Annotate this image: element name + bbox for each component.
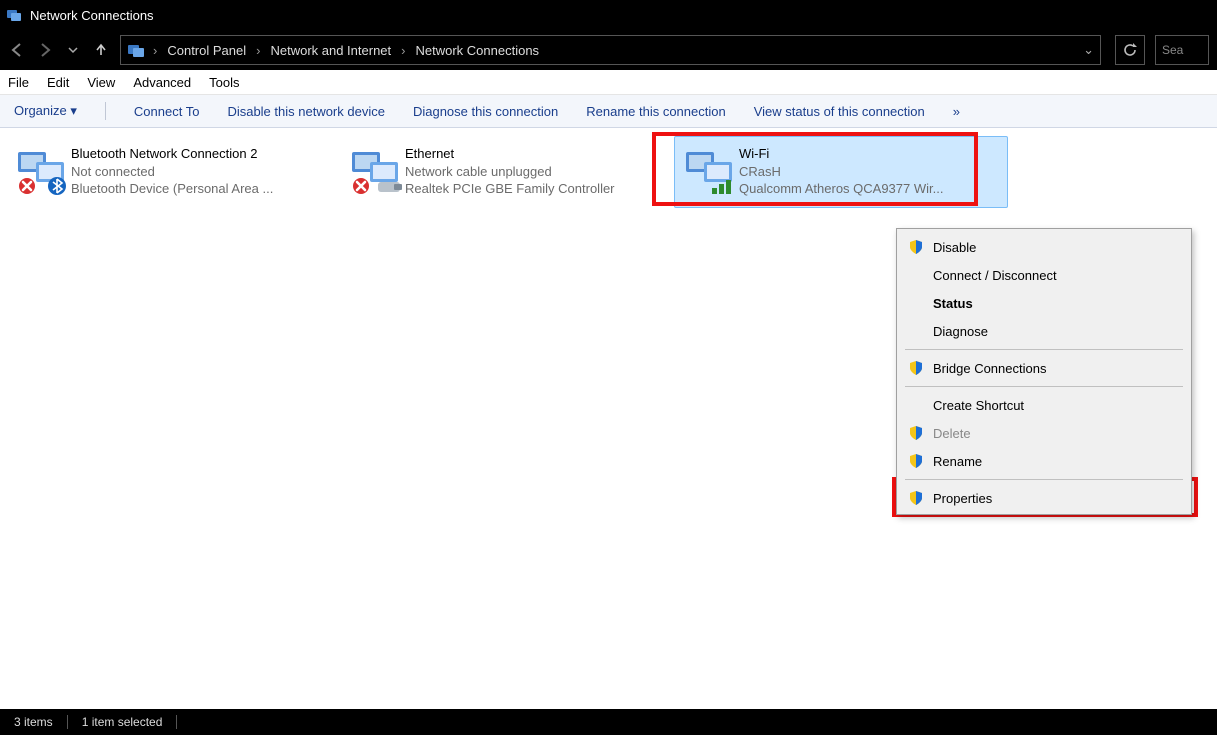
item-status: Not connected: [71, 163, 273, 181]
address-icon: [127, 41, 145, 59]
menu-bar: File Edit View Advanced Tools: [0, 70, 1217, 95]
shield-icon: [905, 360, 927, 376]
item-status: Network cable unplugged: [405, 163, 615, 181]
chevron-right-icon: ›: [401, 43, 405, 58]
titlebar: Network Connections: [0, 0, 1217, 30]
ctx-disable[interactable]: Disable: [899, 233, 1189, 261]
command-bar: Organize ▾ Connect To Disable this netwo…: [0, 95, 1217, 128]
window-title: Network Connections: [30, 8, 154, 23]
ctx-status[interactable]: Status: [899, 289, 1189, 317]
item-device: Qualcomm Atheros QCA9377 Wir...: [739, 180, 943, 198]
item-name: Bluetooth Network Connection 2: [71, 145, 273, 163]
menu-tools[interactable]: Tools: [209, 75, 239, 90]
search-input[interactable]: Sea: [1155, 35, 1209, 65]
ctx-diagnose[interactable]: Diagnose: [899, 317, 1189, 345]
cmd-organize[interactable]: Organize ▾: [14, 103, 77, 119]
context-menu: Disable Connect / Disconnect Status Diag…: [896, 228, 1192, 515]
breadcrumb-item[interactable]: Network Connections: [416, 43, 540, 58]
breadcrumb-item[interactable]: Network and Internet: [270, 43, 391, 58]
network-icon: [681, 143, 739, 201]
ctx-create-shortcut[interactable]: Create Shortcut: [899, 391, 1189, 419]
cmd-connect-to[interactable]: Connect To: [134, 104, 200, 119]
ctx-bridge[interactable]: Bridge Connections: [899, 354, 1189, 382]
cmd-rename[interactable]: Rename this connection: [586, 104, 725, 119]
refresh-button[interactable]: [1115, 35, 1145, 65]
status-bar: 3 items 1 item selected: [0, 709, 1217, 735]
network-icon: [347, 143, 405, 201]
menu-view[interactable]: View: [87, 75, 115, 90]
cmd-disable[interactable]: Disable this network device: [227, 104, 385, 119]
item-device: Bluetooth Device (Personal Area ...: [71, 180, 273, 198]
separator: [105, 102, 106, 120]
shield-icon: [905, 490, 927, 506]
item-name: Ethernet: [405, 145, 615, 163]
item-name: Wi-Fi: [739, 145, 943, 163]
chevron-right-icon: ›: [256, 43, 260, 58]
address-dropdown-icon[interactable]: ⌄: [1083, 42, 1094, 58]
shield-icon: [905, 425, 927, 441]
item-status: CRasH: [739, 163, 943, 181]
nav-forward-button[interactable]: [36, 41, 54, 59]
cmd-diagnose[interactable]: Diagnose this connection: [413, 104, 558, 119]
separator: [67, 715, 68, 729]
chevron-right-icon: ›: [153, 43, 157, 58]
nav-up-button[interactable]: [92, 41, 110, 59]
status-selected: 1 item selected: [82, 715, 163, 729]
connection-item-bluetooth[interactable]: Bluetooth Network Connection 2 Not conne…: [6, 136, 340, 208]
status-count: 3 items: [14, 715, 53, 729]
menu-advanced[interactable]: Advanced: [133, 75, 191, 90]
breadcrumb-item[interactable]: Control Panel: [167, 43, 246, 58]
content-area: Bluetooth Network Connection 2 Not conne…: [0, 128, 1217, 709]
menu-edit[interactable]: Edit: [47, 75, 69, 90]
cmd-more[interactable]: »: [953, 104, 960, 119]
separator: [176, 715, 177, 729]
ctx-properties[interactable]: Properties: [899, 484, 1189, 512]
separator: [905, 349, 1183, 350]
nav-back-button[interactable]: [8, 41, 26, 59]
ctx-rename[interactable]: Rename: [899, 447, 1189, 475]
address-bar[interactable]: › Control Panel › Network and Internet ›…: [120, 35, 1101, 65]
menu-file[interactable]: File: [8, 75, 29, 90]
window-icon: [6, 7, 22, 23]
connection-item-wifi[interactable]: Wi-Fi CRasH Qualcomm Atheros QCA9377 Wir…: [674, 136, 1008, 208]
separator: [905, 386, 1183, 387]
ctx-connect-disconnect[interactable]: Connect / Disconnect: [899, 261, 1189, 289]
connection-item-ethernet[interactable]: Ethernet Network cable unplugged Realtek…: [340, 136, 674, 208]
address-bar-row: › Control Panel › Network and Internet ›…: [0, 30, 1217, 70]
ctx-delete[interactable]: Delete: [899, 419, 1189, 447]
cmd-view-status[interactable]: View status of this connection: [754, 104, 925, 119]
separator: [905, 479, 1183, 480]
nav-recent-dropdown[interactable]: [64, 41, 82, 59]
search-placeholder: Sea: [1162, 43, 1183, 57]
shield-icon: [905, 453, 927, 469]
shield-icon: [905, 239, 927, 255]
network-icon: [13, 143, 71, 201]
item-device: Realtek PCIe GBE Family Controller: [405, 180, 615, 198]
chevron-down-icon: ▾: [70, 103, 77, 118]
